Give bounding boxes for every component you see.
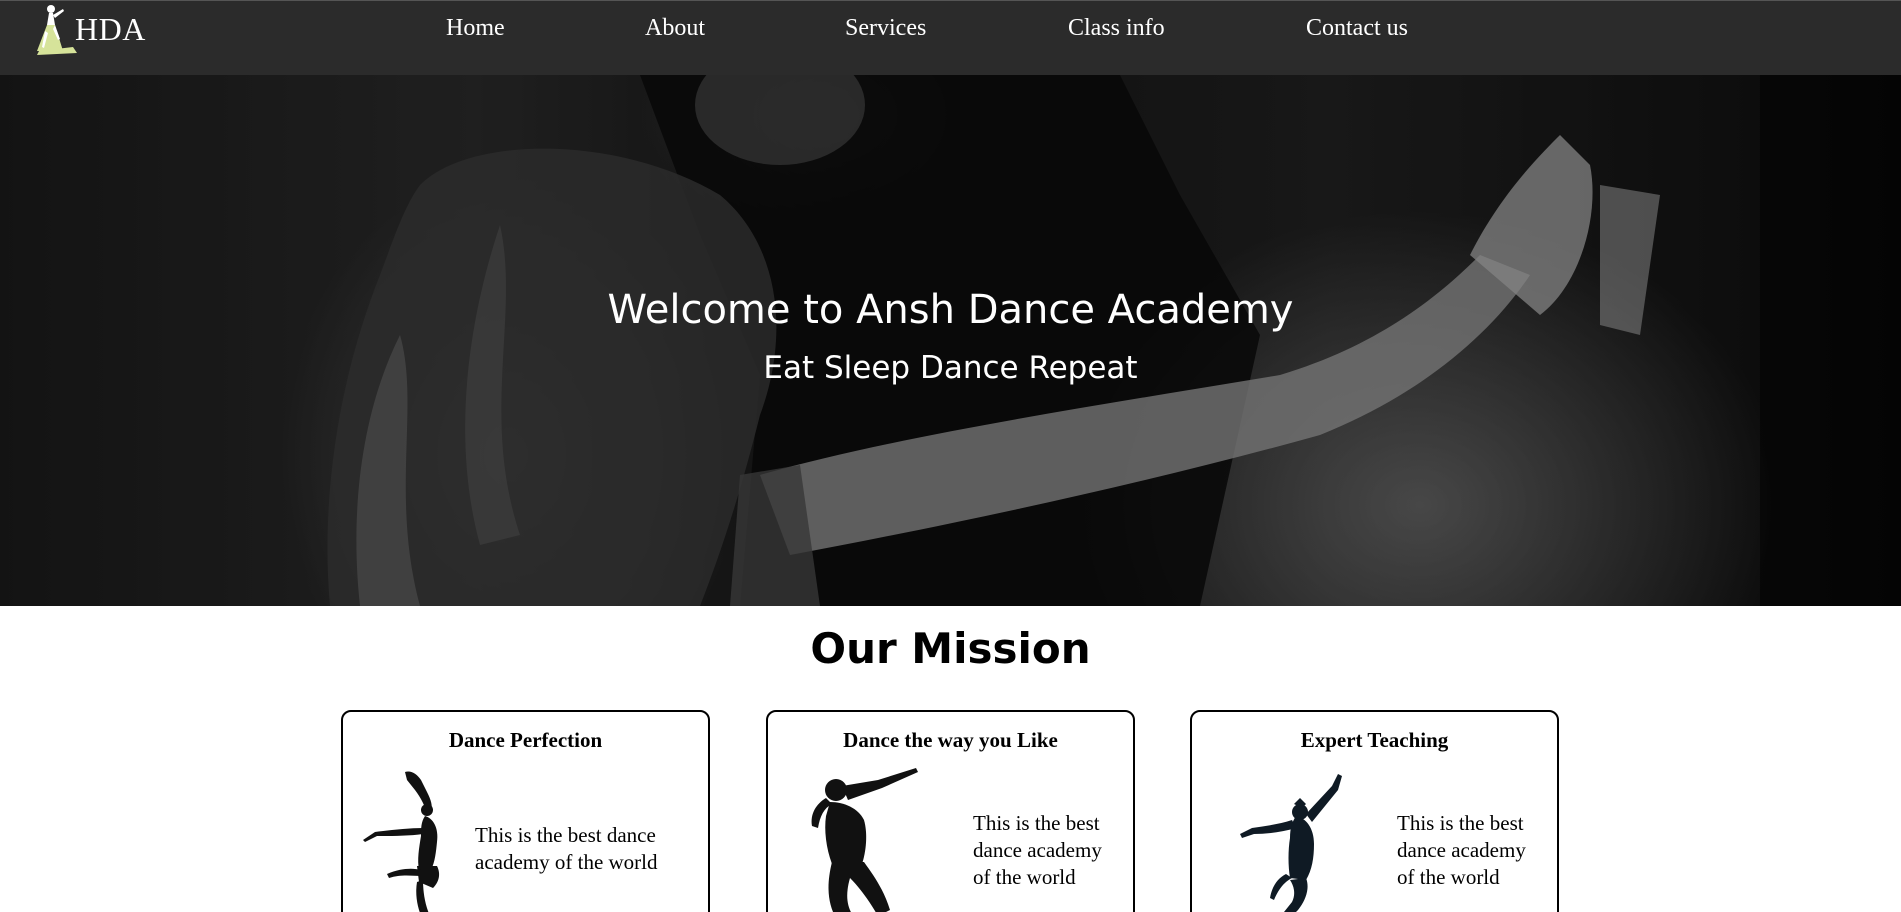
nav-link-class-info[interactable]: Class info: [1068, 15, 1165, 42]
dancing-couple-logo-icon: [37, 5, 77, 55]
hero-title: Welcome to Ansh Dance Academy: [607, 287, 1294, 333]
nav-link-contact-us[interactable]: Contact us: [1306, 15, 1408, 42]
card-text: This is the best dance academy of the wo…: [475, 823, 658, 874]
mission-card-dance-perfection: Dance Perfection This is the best dance …: [341, 710, 710, 912]
nav-link-home[interactable]: Home: [446, 15, 505, 42]
logo[interactable]: HDA: [33, 3, 146, 55]
hero-background-dancers-image: [0, 75, 1901, 606]
ballet-dancer-silhouette-icon: [363, 771, 440, 912]
mission-card-expert-teaching: Expert Teaching This is the best dance a…: [1190, 710, 1559, 912]
card-title: Expert Teaching: [1300, 728, 1449, 752]
hiphop-dancer-silhouette-icon: [811, 768, 918, 912]
nav-link-services[interactable]: Services: [845, 15, 926, 42]
mission-card-dance-the-way-you-like: Dance the way you Like This is the best …: [766, 710, 1135, 912]
navbar: HDA Home About Services Class info Conta…: [0, 0, 1901, 75]
jumping-dancer-silhouette-icon: [1240, 774, 1342, 912]
hero-banner: Welcome to Ansh Dance Academy Eat Sleep …: [0, 75, 1901, 606]
hero-subtitle: Eat Sleep Dance Repeat: [763, 350, 1138, 386]
card-text: This is the best dance academy of the wo…: [973, 811, 1102, 889]
nav-link-about[interactable]: About: [645, 15, 705, 42]
logo-text: HDA: [75, 10, 146, 47]
card-title: Dance Perfection: [448, 728, 603, 752]
mission-heading: Our Mission: [810, 624, 1091, 673]
card-title: Dance the way you Like: [843, 728, 1058, 752]
card-text: This is the best dance academy of the wo…: [1397, 811, 1526, 889]
